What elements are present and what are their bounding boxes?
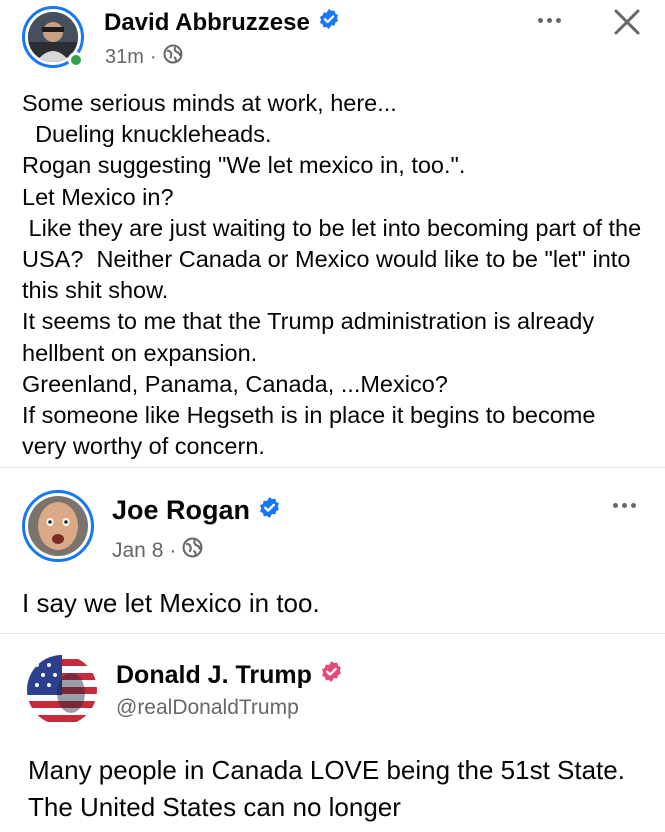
- tweet-body-text: Many people in Canada LOVE being the 51s…: [28, 755, 632, 822]
- shared-author-avatar-photo: [28, 496, 88, 556]
- shared-post-text: I say we let Mexico in too.: [22, 588, 320, 618]
- shared-author-name-row: Joe Rogan: [112, 495, 281, 526]
- post-page: David Abbruzzese 31m · Some serious mind…: [0, 0, 665, 832]
- tweet-author-avatar[interactable]: [27, 655, 97, 725]
- shared-post-timestamp[interactable]: Jan 8: [112, 539, 163, 563]
- more-options-icon[interactable]: [538, 18, 561, 23]
- tweet-author-name[interactable]: Donald J. Trump: [116, 661, 312, 690]
- meta-separator: ·: [169, 538, 177, 562]
- post-meta: 31m ·: [105, 44, 183, 70]
- verified-badge-icon: [320, 660, 343, 690]
- shared-author-name[interactable]: Joe Rogan: [112, 495, 250, 526]
- tweet-author-name-row: Donald J. Trump: [116, 660, 343, 690]
- post-divider: [0, 467, 665, 468]
- author-name[interactable]: David Abbruzzese: [104, 9, 310, 37]
- online-status-dot: [68, 52, 84, 68]
- shared-post-meta: Jan 8 ·: [112, 537, 203, 564]
- shared-post-divider: [0, 633, 665, 634]
- meta-separator: ·: [149, 45, 157, 68]
- tweet-author-handle[interactable]: @realDonaldTrump: [116, 696, 299, 720]
- more-options-icon[interactable]: [613, 503, 636, 508]
- verified-badge-icon: [258, 495, 281, 526]
- verified-badge-icon: [318, 8, 340, 37]
- post-timestamp[interactable]: 31m: [105, 46, 144, 69]
- shared-author-avatar[interactable]: [22, 490, 94, 562]
- author-name-row: David Abbruzzese: [104, 8, 340, 37]
- close-icon[interactable]: [613, 8, 641, 41]
- globe-icon: [182, 537, 203, 564]
- globe-icon: [163, 44, 183, 70]
- post-body-text: Some serious minds at work, here... Duel…: [22, 90, 642, 460]
